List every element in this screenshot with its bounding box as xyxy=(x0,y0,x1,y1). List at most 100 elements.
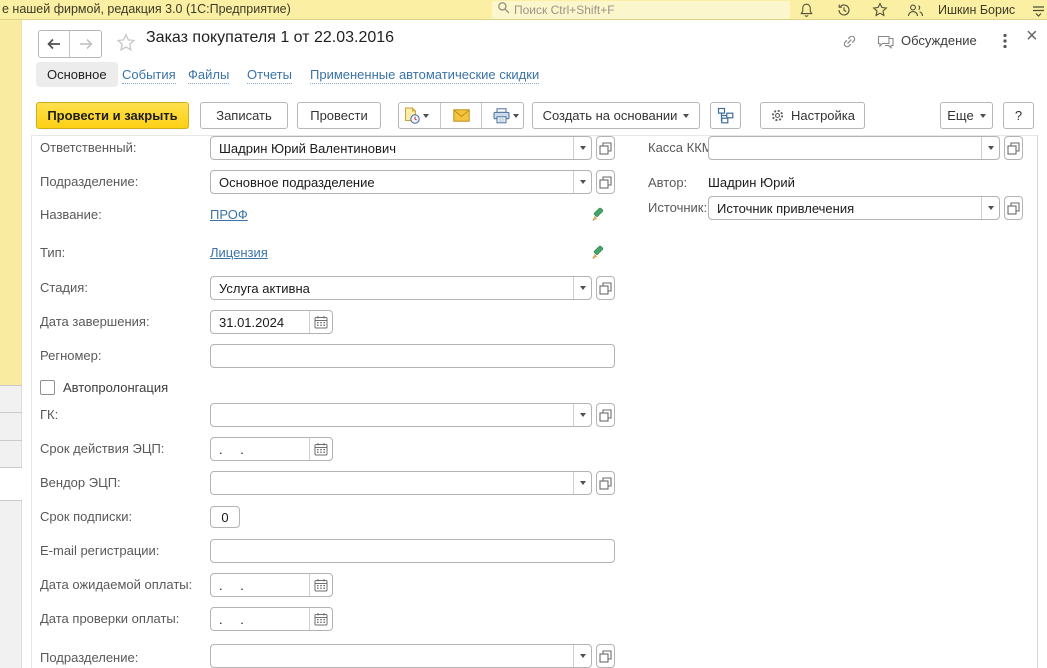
author-label: Автор: xyxy=(648,171,687,195)
chevron-down-icon xyxy=(980,114,986,118)
main-menu-icon[interactable] xyxy=(1029,2,1047,18)
copy-link-icon[interactable] xyxy=(841,33,858,55)
create-reminder-button[interactable] xyxy=(399,103,434,128)
type-label: Тип: xyxy=(40,241,65,265)
responsible-open-button[interactable] xyxy=(596,136,615,160)
finish-date-field[interactable]: 31.01.2024 xyxy=(210,310,333,334)
divider xyxy=(0,385,22,386)
tab-main[interactable]: Основное xyxy=(36,62,118,87)
divider xyxy=(0,500,22,501)
dropdown-button[interactable] xyxy=(573,277,591,299)
eds-validity-value: . . xyxy=(211,442,309,457)
history-icon[interactable] xyxy=(835,2,853,18)
source-open-button[interactable] xyxy=(1004,196,1023,220)
chevron-down-icon xyxy=(580,481,586,485)
calendar-icon xyxy=(314,442,328,456)
send-email-button[interactable] xyxy=(447,103,476,128)
write-button[interactable]: Записать xyxy=(200,102,288,129)
chevron-down-icon xyxy=(580,286,586,290)
print-button[interactable] xyxy=(488,103,523,128)
more-menu-dots-icon[interactable] xyxy=(1003,33,1007,54)
eds-vendor-field[interactable] xyxy=(210,471,592,495)
edit-pencil-icon[interactable] xyxy=(590,207,606,223)
post-and-close-button[interactable]: Провести и закрыть xyxy=(36,102,189,129)
close-icon[interactable]: × xyxy=(1026,26,1038,46)
dropdown-button[interactable] xyxy=(573,137,591,159)
finish-date-label: Дата завершения: xyxy=(40,310,150,334)
eds-validity-label: Срок действия ЭЦП: xyxy=(40,437,164,461)
search-placeholder: Поиск Ctrl+Shift+F xyxy=(514,3,615,17)
kkm-open-button[interactable] xyxy=(1004,136,1023,160)
global-search-input[interactable]: Поиск Ctrl+Shift+F xyxy=(492,1,790,19)
expected-payment-date-field[interactable]: . . xyxy=(210,573,333,597)
settings-label: Настройка xyxy=(791,108,855,123)
department-open-button[interactable] xyxy=(596,170,615,194)
kkm-field[interactable] xyxy=(708,136,1000,160)
calendar-button[interactable] xyxy=(309,311,332,333)
dropdown-button[interactable] xyxy=(981,197,999,219)
finish-date-value: 31.01.2024 xyxy=(211,315,309,330)
open-icon xyxy=(599,176,612,189)
department2-open-button[interactable] xyxy=(596,644,615,668)
tab-files[interactable]: Файлы xyxy=(188,67,229,84)
post-label: Провести xyxy=(310,108,368,123)
dropdown-button[interactable] xyxy=(981,137,999,159)
department-field[interactable]: Основное подразделение xyxy=(210,170,592,194)
reg-email-label: E-mail регистрации: xyxy=(40,539,159,563)
current-user-name[interactable]: Ишкин Борис xyxy=(938,3,1015,17)
stage-open-button[interactable] xyxy=(596,276,615,300)
favorite-star-icon[interactable] xyxy=(116,33,136,58)
gk-open-button[interactable] xyxy=(596,403,615,427)
back-button[interactable] xyxy=(39,31,70,57)
stage-field[interactable]: Услуга активна xyxy=(210,276,592,300)
subscription-term-value: 0 xyxy=(211,510,239,525)
payment-check-date-field[interactable]: . . xyxy=(210,607,333,631)
subscription-term-field[interactable]: 0 xyxy=(210,506,240,528)
discussion-link[interactable]: Обсуждение xyxy=(901,33,977,48)
tab-events[interactable]: События xyxy=(122,67,176,84)
edit-pencil-icon[interactable] xyxy=(590,245,606,261)
dropdown-button[interactable] xyxy=(573,404,591,426)
favorites-star-icon[interactable] xyxy=(871,2,889,18)
calendar-button[interactable] xyxy=(309,438,332,460)
notifications-bell-icon[interactable] xyxy=(797,2,815,18)
tab-auto-discounts[interactable]: Примененные автоматические скидки xyxy=(310,67,539,84)
responsible-field[interactable]: Шадрин Юрий Валентинович xyxy=(210,136,592,160)
calendar-icon xyxy=(314,578,328,592)
dropdown-button[interactable] xyxy=(573,645,591,667)
related-documents-button[interactable] xyxy=(710,102,741,129)
department2-label: Подразделение: xyxy=(40,646,138,668)
open-icon xyxy=(599,650,612,663)
type-link[interactable]: Лицензия xyxy=(210,241,268,265)
open-icon xyxy=(1007,202,1020,215)
reg-email-field[interactable] xyxy=(210,539,615,563)
source-field[interactable]: Источник привлечения xyxy=(708,196,1000,220)
name-link[interactable]: ПРОФ xyxy=(210,203,248,227)
autoprolongation-label[interactable]: Автопролонгация xyxy=(63,376,168,400)
divider xyxy=(31,135,32,668)
discussion-icon[interactable] xyxy=(877,35,895,55)
more-button[interactable]: Еще xyxy=(940,102,993,129)
eds-vendor-open-button[interactable] xyxy=(596,471,615,495)
responsible-label: Ответственный: xyxy=(40,136,136,160)
reg-number-field[interactable] xyxy=(210,344,615,368)
help-button[interactable]: ? xyxy=(1003,102,1034,129)
tab-reports[interactable]: Отчеты xyxy=(247,67,292,84)
settings-button[interactable]: Настройка xyxy=(760,102,865,129)
dropdown-button[interactable] xyxy=(573,472,591,494)
calendar-icon xyxy=(314,612,328,626)
post-button[interactable]: Провести xyxy=(297,102,381,129)
form-scrollbar[interactable] xyxy=(1037,135,1038,668)
eds-validity-field[interactable]: . . xyxy=(210,437,333,461)
open-icon xyxy=(599,142,612,155)
department2-field[interactable] xyxy=(210,644,592,668)
users-icon[interactable] xyxy=(906,2,924,18)
calendar-button[interactable] xyxy=(309,608,332,630)
forward-button[interactable] xyxy=(70,31,101,57)
dropdown-button[interactable] xyxy=(573,171,591,193)
source-placeholder: Источник привлечения xyxy=(709,201,981,216)
autoprolongation-checkbox[interactable] xyxy=(40,380,55,395)
gk-field[interactable] xyxy=(210,403,592,427)
create-based-on-button[interactable]: Создать на основании xyxy=(532,102,700,129)
calendar-button[interactable] xyxy=(309,574,332,596)
